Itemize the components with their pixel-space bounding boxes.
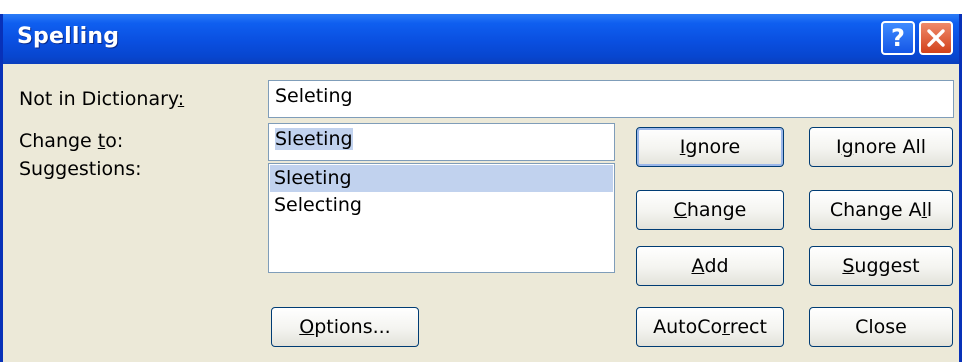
suggestion-item-selecting[interactable]: Selecting (270, 192, 613, 219)
ignore-all-button[interactable]: Ig nore All (809, 127, 953, 167)
not-in-dictionary-field[interactable]: Seleting (268, 80, 954, 118)
background-document-strip (0, 0, 962, 14)
suggestions-list[interactable]: Sleeting Selecting (268, 163, 615, 273)
autocorrect-button[interactable]: AutoCo r rect (636, 307, 784, 347)
help-button[interactable]: ? (881, 21, 915, 55)
dialog-title: Spelling (17, 24, 120, 49)
close-icon (927, 29, 945, 47)
ignore-button[interactable]: Ignore (636, 127, 784, 167)
close-button[interactable]: Close (809, 307, 953, 347)
options-button[interactable]: Options... (271, 307, 419, 347)
title-bar[interactable]: Spelling ? (3, 14, 959, 64)
help-icon: ? (891, 24, 905, 52)
dialog-body: Not in Dictionary: Seleting Change to: S… (3, 64, 959, 362)
change-all-button[interactable]: Change All (809, 190, 953, 230)
close-window-button[interactable] (919, 21, 953, 55)
change-to-input[interactable]: Sleeting (268, 123, 615, 161)
not-in-dictionary-label: Not in Dictionary: (19, 88, 185, 110)
add-button[interactable]: Add (636, 246, 784, 286)
suggestion-item-sleeting[interactable]: Sleeting (270, 165, 613, 192)
change-button[interactable]: Change (636, 190, 784, 230)
suggest-button[interactable]: Suggest (809, 246, 953, 286)
spelling-dialog: Spelling ? Not in Dictionary: Seleting C… (0, 14, 962, 362)
change-to-label: Change to: (19, 130, 124, 152)
suggestions-label: Suggestions: (19, 158, 142, 180)
